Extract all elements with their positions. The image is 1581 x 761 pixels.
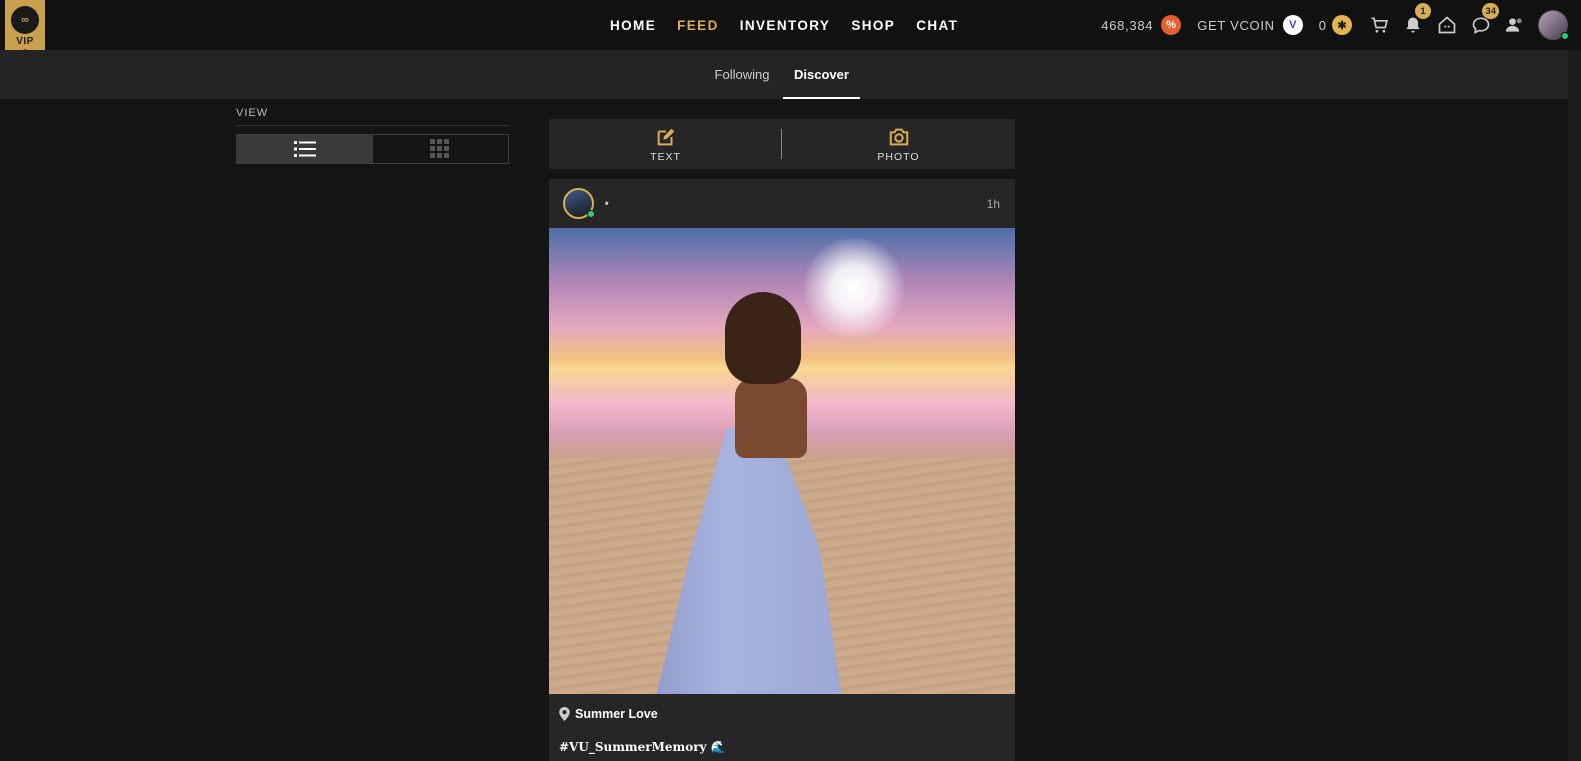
vcoin-balance: 0: [1318, 17, 1326, 33]
notifications-icon[interactable]: 1: [1402, 3, 1431, 36]
vip-label: VIP: [16, 36, 34, 47]
nav-shop[interactable]: SHOP: [851, 18, 895, 33]
grid-icon: [430, 139, 450, 158]
create-photo-post-button[interactable]: PHOTO: [782, 119, 1015, 169]
list-view-button[interactable]: [237, 135, 373, 163]
author-online-dot: [587, 210, 595, 218]
credits-balance: 468,384: [1101, 17, 1154, 33]
nav-inventory[interactable]: INVENTORY: [740, 18, 831, 33]
top-bar: ∞ VIP HOME FEED INVENTORY SHOP CHAT 468,…: [0, 0, 1581, 56]
tab-following[interactable]: Following: [706, 50, 778, 99]
account-bar: 468,384 % GET VCOIN V 0 ✱ 1 34: [1101, 0, 1581, 50]
camera-icon: [889, 128, 908, 145]
post-author-name[interactable]: ⋆: [603, 196, 611, 210]
list-icon: [293, 141, 316, 157]
composer-divider: [781, 129, 782, 159]
post-location[interactable]: Summer Love: [559, 707, 658, 721]
home-room-icon[interactable]: [1436, 14, 1458, 36]
vcoin-icon[interactable]: V: [1282, 15, 1303, 35]
main-nav: HOME FEED INVENTORY SHOP CHAT: [610, 0, 958, 50]
view-label: VIEW: [236, 107, 509, 126]
messages-icon[interactable]: 34: [1470, 3, 1499, 36]
post-header: ⋆ 1h: [549, 179, 1015, 228]
photo-figure-hair: [725, 292, 801, 384]
post-location-name: Summer Love: [575, 707, 658, 721]
location-pin-icon: [559, 707, 570, 721]
nav-chat[interactable]: CHAT: [916, 18, 958, 33]
imvu-logo: ∞: [11, 6, 39, 34]
edit-icon: [657, 128, 674, 145]
credits-coin-icon[interactable]: %: [1161, 15, 1182, 35]
get-vcoin-link[interactable]: GET VCOIN: [1197, 18, 1275, 33]
online-status-dot: [1561, 32, 1569, 40]
post-photo[interactable]: [549, 228, 1015, 694]
messages-badge: 34: [1482, 3, 1499, 19]
photo-figure-back: [735, 378, 807, 458]
feed-post: ⋆ 1h Summer Love #VU_SummerMemory 🌊: [549, 179, 1015, 761]
photo-sun: [799, 238, 909, 338]
promo-coin-icon[interactable]: ✱: [1332, 15, 1352, 35]
photo-post-label: PHOTO: [877, 150, 920, 163]
post-author-avatar[interactable]: [563, 188, 595, 219]
tab-discover[interactable]: Discover: [783, 50, 860, 99]
post-composer: TEXT PHOTO: [549, 119, 1015, 169]
post-hashtag-text: #VU_SummerMemory: [559, 740, 707, 754]
user-avatar[interactable]: [1538, 10, 1569, 40]
nav-feed[interactable]: FEED: [677, 18, 719, 33]
feed-subnav: Following Discover: [0, 50, 1568, 99]
friends-icon[interactable]: [1504, 14, 1526, 36]
text-post-label: TEXT: [650, 150, 681, 163]
cart-icon[interactable]: [1368, 14, 1390, 36]
post-timestamp: 1h: [986, 197, 1000, 211]
post-hashtag[interactable]: #VU_SummerMemory 🌊: [559, 740, 726, 754]
notifications-badge: 1: [1415, 3, 1431, 19]
wave-emoji-icon: 🌊: [710, 740, 726, 754]
view-toggle: [236, 134, 509, 164]
view-panel: VIEW: [236, 107, 509, 164]
grid-view-button[interactable]: [373, 135, 509, 163]
page-scrollbar[interactable]: [1568, 50, 1581, 761]
create-text-post-button[interactable]: TEXT: [549, 119, 782, 169]
vip-badge[interactable]: ∞ VIP: [5, 0, 45, 56]
nav-home[interactable]: HOME: [610, 18, 656, 33]
